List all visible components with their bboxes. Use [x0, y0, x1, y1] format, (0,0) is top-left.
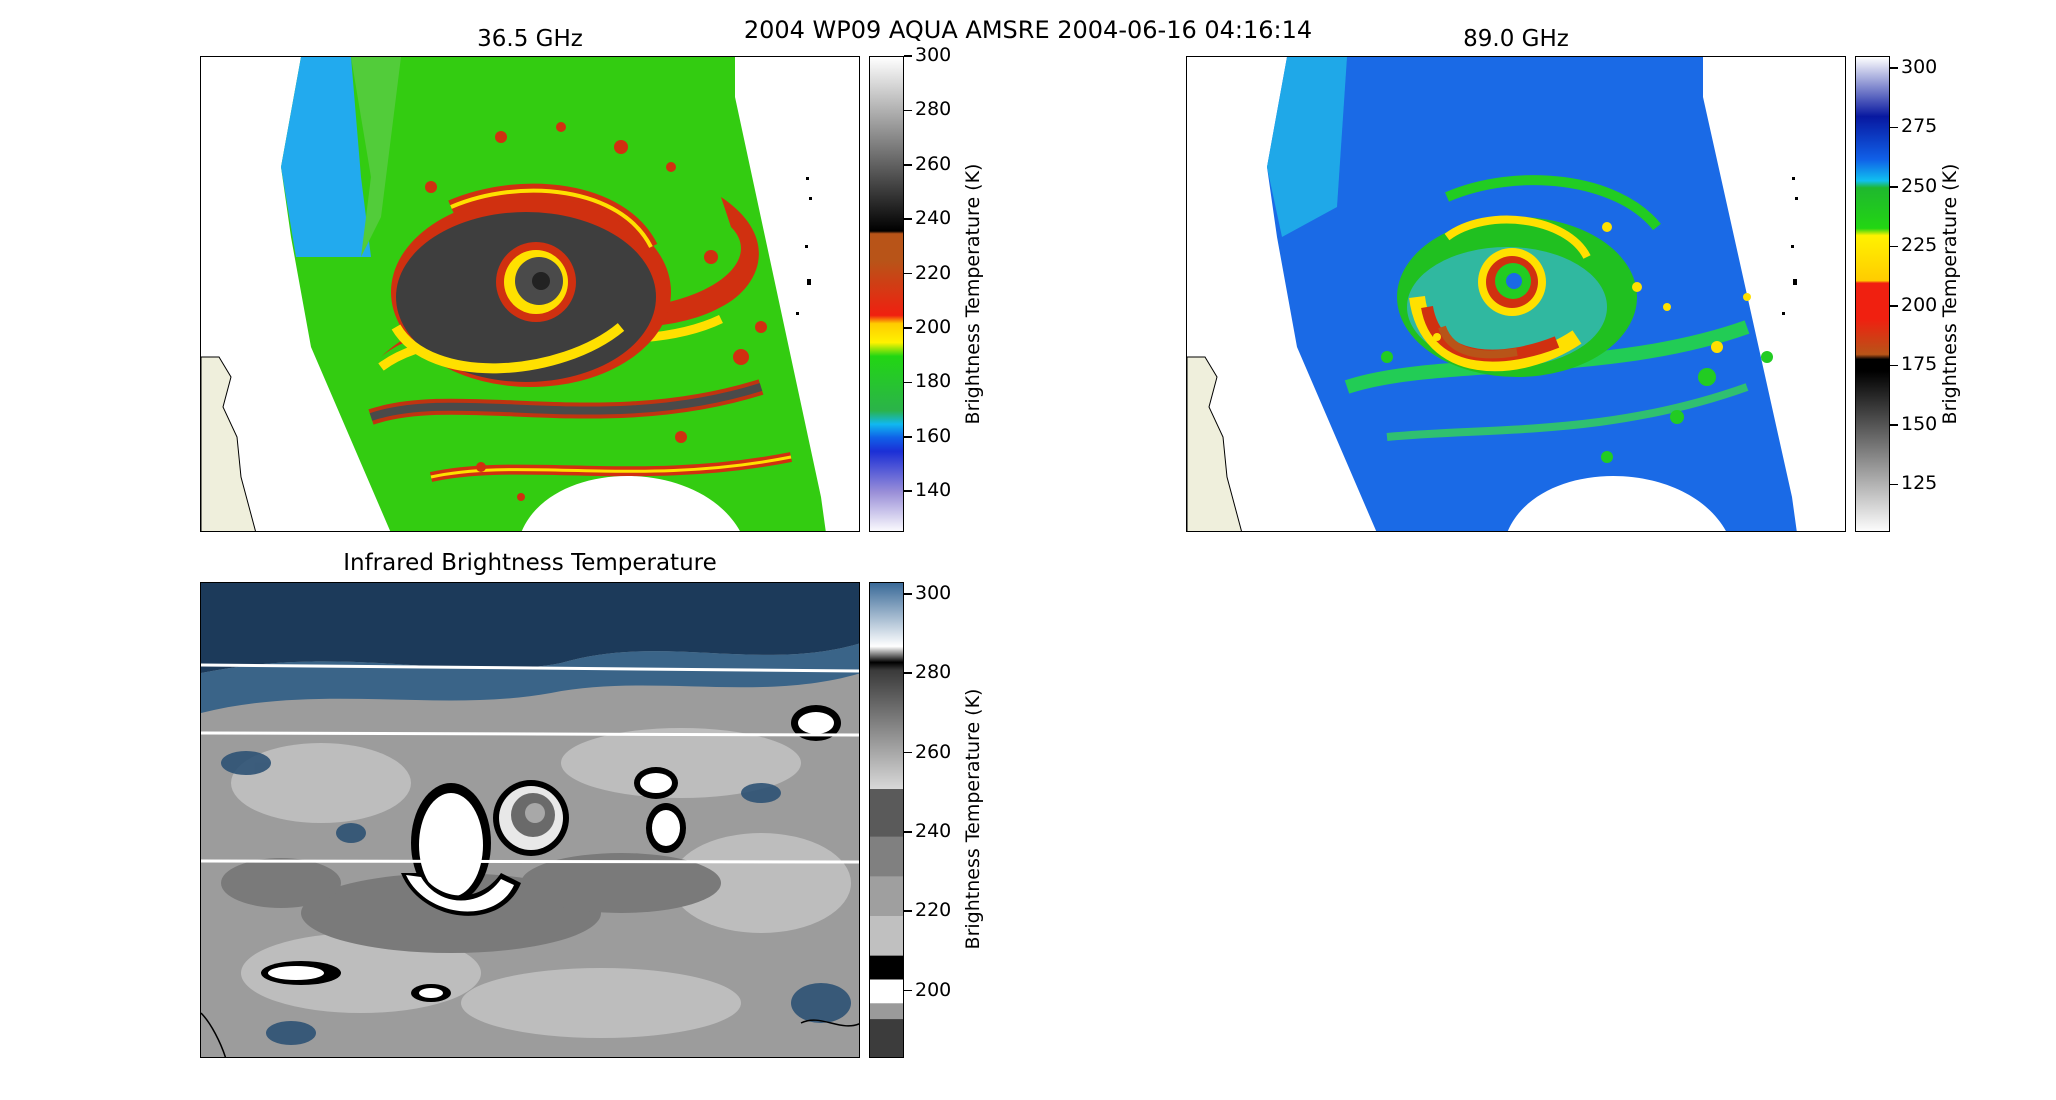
colorbar-tick-label: 225 — [1901, 234, 1938, 257]
panel-36ghz-title: 36.5 GHz — [477, 26, 583, 52]
colorbar-tick — [1890, 483, 1898, 486]
colorbar-tick-label: 280 — [915, 98, 952, 121]
colorbar-tick-label: 200 — [915, 316, 952, 338]
panel-ir-map — [200, 582, 860, 1058]
colorbar-tick — [904, 164, 912, 166]
colorbar-tick — [904, 381, 912, 384]
colorbar-ir-label: Brightness Temperature (K) — [962, 688, 984, 950]
colorbar-tick-label: 240 — [915, 819, 952, 842]
colorbar-tick — [1890, 364, 1898, 367]
colorbar-tick-label: 220 — [915, 899, 952, 922]
colorbar-ir — [869, 582, 904, 1058]
colorbar-36ghz — [869, 56, 904, 532]
colorbar-tick — [1890, 305, 1898, 307]
colorbar-tick — [904, 751, 912, 754]
colorbar-tick-label: 160 — [915, 424, 952, 447]
colorbar-tick-label: 220 — [915, 261, 952, 284]
colorbar-tick — [904, 910, 912, 912]
colorbar-tick-label: 260 — [915, 152, 952, 175]
colorbar-tick-label: 300 — [1901, 55, 1938, 78]
colorbar-tick — [904, 272, 912, 275]
colorbar-tick-label: 260 — [915, 740, 952, 763]
colorbar-gradient — [870, 583, 903, 1057]
colorbar-tick-label: 125 — [1901, 472, 1938, 495]
colorbar-89ghz — [1855, 56, 1890, 532]
land-mass — [201, 356, 256, 531]
colorbar-tick-label: 240 — [915, 207, 952, 230]
panel-ir-title: Infrared Brightness Temperature — [343, 550, 717, 576]
colorbar-tick-label: 200 — [1901, 293, 1938, 316]
colorbar-gradient — [1856, 57, 1889, 531]
colorbar-tick — [904, 436, 912, 438]
panel-89ghz-title: 89.0 GHz — [1463, 26, 1569, 52]
colorbar-tick-label: 300 — [915, 44, 952, 66]
colorbar-89ghz-label: Brightness Temperature (K) — [1939, 163, 1961, 425]
colorbar-36ghz-label: Brightness Temperature (K) — [962, 163, 984, 425]
colorbar-tick-label: 180 — [915, 370, 952, 393]
colorbar-gradient — [870, 57, 903, 531]
colorbar-tick — [904, 55, 912, 57]
colorbar-tick — [904, 593, 912, 595]
colorbar-tick — [904, 831, 912, 833]
colorbar-tick — [1890, 245, 1898, 248]
colorbar-tick — [904, 218, 912, 220]
land-mass — [1187, 356, 1242, 531]
panel-89ghz-map — [1186, 56, 1846, 532]
colorbar-tick — [1890, 126, 1898, 129]
colorbar-tick-label: 200 — [915, 978, 952, 1001]
colorbar-tick-label: 300 — [915, 581, 952, 604]
colorbar-tick-label: 275 — [1901, 115, 1938, 138]
colorbar-tick-label: 250 — [1901, 174, 1938, 197]
colorbar-tick — [1890, 67, 1898, 69]
colorbar-tick — [904, 490, 912, 492]
colorbar-tick-label: 280 — [915, 661, 952, 684]
colorbar-tick — [904, 989, 912, 992]
colorbar-tick-label: 175 — [1901, 353, 1938, 376]
colorbar-tick — [1890, 186, 1898, 188]
colorbar-tick — [1890, 424, 1898, 426]
colorbar-tick — [904, 672, 912, 674]
panel-36ghz-map — [200, 56, 860, 532]
colorbar-tick-label: 150 — [1901, 412, 1938, 435]
colorbar-tick — [904, 327, 912, 329]
colorbar-tick — [904, 109, 912, 112]
colorbar-tick-label: 140 — [915, 479, 952, 502]
